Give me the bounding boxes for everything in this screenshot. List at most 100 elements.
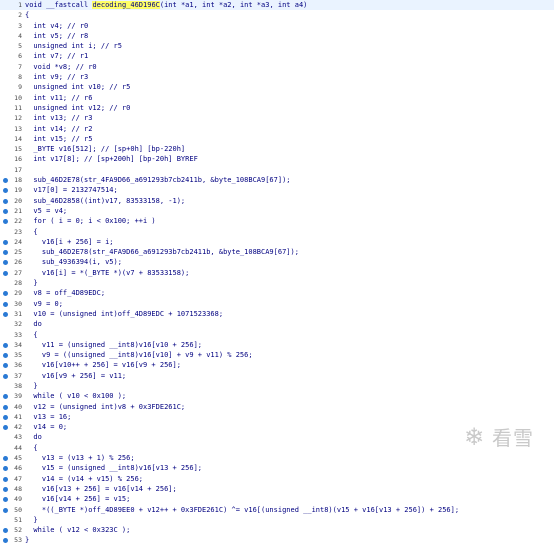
code-text: int v11; // r6 <box>25 93 93 102</box>
code-line[interactable]: 39 while ( v10 < 0x100 ); <box>0 391 554 401</box>
code-line[interactable]: 9 unsigned int v10; // r5 <box>0 82 554 92</box>
line-number: 24 <box>14 237 22 246</box>
line-number: 5 <box>18 42 22 51</box>
line-number: 49 <box>14 495 22 504</box>
code-line[interactable]: 7 void *v8; // r0 <box>0 62 554 72</box>
code-line[interactable]: 17 <box>0 165 554 175</box>
pseudocode-view[interactable]: 1 void __fastcall decoding_46D196C(int *a… <box>0 0 554 546</box>
code-line[interactable]: 23 { <box>0 227 554 237</box>
line-number: 32 <box>14 320 22 329</box>
line-number: 29 <box>14 289 22 298</box>
line-number: 13 <box>14 124 22 133</box>
code-line[interactable]: 36 v16[v10++ + 256] = v16[v9 + 256]; <box>0 360 554 370</box>
code-line[interactable]: 35 v9 = ((unsigned __int8)v16[v10] + v9 … <box>0 350 554 360</box>
code-text: v9 = ((unsigned __int8)v16[v10] + v9 + v… <box>25 351 253 360</box>
code-line[interactable]: 4 int v5; // r8 <box>0 31 554 41</box>
code-line[interactable]: 6 int v7; // r1 <box>0 51 554 61</box>
snowflake-icon: ❄ <box>464 423 485 451</box>
line-number: 41 <box>14 412 22 421</box>
code-line[interactable]: 31 v10 = (unsigned int)off_4D89EDC + 107… <box>0 309 554 319</box>
code-line[interactable]: 34 v11 = (unsigned __int8)v16[v10 + 256]… <box>0 340 554 350</box>
code-line[interactable]: 3 int v4; // r0 <box>0 21 554 31</box>
code-text: int v7; // r1 <box>25 52 89 61</box>
code-text: do <box>25 320 42 329</box>
code-line[interactable]: 15 _BYTE v16[512]; // [sp+0h] [bp-220h] <box>0 144 554 154</box>
code-text: int v5; // r8 <box>25 31 89 40</box>
code-text: int v14; // r2 <box>25 124 93 133</box>
line-number: 17 <box>14 165 22 174</box>
code-text: sub_4936394(i, v5); <box>25 258 122 267</box>
code-line[interactable]: 16 int v17[8]; // [sp+200h] [bp-20h] BYR… <box>0 154 554 164</box>
line-number: 23 <box>14 227 22 236</box>
code-line[interactable]: 32 do <box>0 319 554 329</box>
code-line[interactable]: 24 v16[i + 256] = i; <box>0 237 554 247</box>
code-line[interactable]: 12 int v13; // r3 <box>0 113 554 123</box>
code-line[interactable]: 53} <box>0 535 554 545</box>
code-text: *((_BYTE *)off_4D89EE0 + v12++ + 0x3FDE2… <box>25 505 460 514</box>
code-line[interactable]: 8 int v9; // r3 <box>0 72 554 82</box>
line-number: 34 <box>14 340 22 349</box>
code-line[interactable]: 14 int v15; // r5 <box>0 134 554 144</box>
code-line[interactable]: 48 v16[v13 + 256] = v16[v14 + 256]; <box>0 484 554 494</box>
line-number: 7 <box>18 62 22 71</box>
code-line[interactable]: 30 v9 = 0; <box>0 299 554 309</box>
line-number: 39 <box>14 392 22 401</box>
code-text: v11 = (unsigned __int8)v16[v10 + 256]; <box>25 340 203 349</box>
code-line[interactable]: 13 int v14; // r2 <box>0 124 554 134</box>
code-line[interactable]: 52 while ( v12 < 0x323C ); <box>0 525 554 535</box>
code-line[interactable]: 27 v16[i] = *(_BYTE *)(v7 + 83533158); <box>0 268 554 278</box>
code-text: } <box>25 381 38 390</box>
code-line[interactable]: 18 sub_46D2E78(str_4FA9D66_a691293b7cb24… <box>0 175 554 185</box>
code-line[interactable]: 29 v8 = off_4D89EDC; <box>0 288 554 298</box>
selected-function-name[interactable]: decoding_46D196C <box>92 1 160 9</box>
code-text: int v4; // r0 <box>25 21 89 30</box>
code-text: v14 = (v14 + v15) % 256; <box>25 474 144 483</box>
code-text: do <box>25 433 42 442</box>
code-text: int v13; // r3 <box>25 114 93 123</box>
line-number: 2 <box>18 11 22 20</box>
code-line[interactable]: 2{ <box>0 10 554 20</box>
line-number: 3 <box>18 21 22 30</box>
code-text-prefix: void __fastcall <box>25 1 93 9</box>
code-text: sub_46D2858((int)v17, 83533158, -1); <box>25 196 186 205</box>
code-line[interactable]: 11 unsigned int v12; // r0 <box>0 103 554 113</box>
code-line[interactable]: 33 { <box>0 330 554 340</box>
code-line[interactable]: 38 } <box>0 381 554 391</box>
line-number: 37 <box>14 371 22 380</box>
line-number: 8 <box>18 73 22 82</box>
line-number: 25 <box>14 248 22 257</box>
code-text: v16[v10++ + 256] = v16[v9 + 256]; <box>25 361 181 370</box>
code-line[interactable]: 5 unsigned int i; // r5 <box>0 41 554 51</box>
code-line[interactable]: 50 *((_BYTE *)off_4D89EE0 + v12++ + 0x3F… <box>0 505 554 515</box>
code-line[interactable]: 51 } <box>0 515 554 525</box>
code-line[interactable]: 28 } <box>0 278 554 288</box>
line-number: 27 <box>14 268 22 277</box>
line-number: 52 <box>14 526 22 535</box>
code-line[interactable]: 47 v14 = (v14 + v15) % 256; <box>0 474 554 484</box>
line-number: 36 <box>14 361 22 370</box>
code-line[interactable]: 37 v16[v9 + 256] = v11; <box>0 371 554 381</box>
line-number: 22 <box>14 217 22 226</box>
code-line[interactable]: 1 void __fastcall decoding_46D196C(int *a… <box>0 0 554 11</box>
code-line[interactable]: 10 int v11; // r6 <box>0 93 554 103</box>
code-line[interactable]: 46 v15 = (unsigned __int8)v16[v13 + 256]… <box>0 463 554 473</box>
code-text: { <box>25 443 38 452</box>
code-line[interactable]: 40 v12 = (unsigned int)v8 + 0x3FDE261C; <box>0 402 554 412</box>
line-number: 46 <box>14 464 22 473</box>
line-number: 21 <box>14 206 22 215</box>
code-line[interactable]: 25 sub_46D2E78(str_4FA9D66_a691293b7cb24… <box>0 247 554 257</box>
code-line[interactable]: 26 sub_4936394(i, v5); <box>0 257 554 267</box>
line-number: 40 <box>14 402 22 411</box>
code-line[interactable]: 21 v5 = v4; <box>0 206 554 216</box>
line-number: 31 <box>14 309 22 318</box>
code-text: v16[v13 + 256] = v16[v14 + 256]; <box>25 484 177 493</box>
watermark: ❄ 看雪 <box>462 419 542 459</box>
code-text: int v9; // r3 <box>25 73 89 82</box>
line-number: 12 <box>14 114 22 123</box>
code-text: while ( v12 < 0x323C ); <box>25 526 131 535</box>
code-line[interactable]: 49 v16[v14 + 256] = v15; <box>0 494 554 504</box>
code-line[interactable]: 20 sub_46D2858((int)v17, 83533158, -1); <box>0 196 554 206</box>
code-text: v10 = (unsigned int)off_4D89EDC + 107152… <box>25 309 224 318</box>
code-line[interactable]: 22 for ( i = 0; i < 0x100; ++i ) <box>0 216 554 226</box>
code-line[interactable]: 19 v17[0] = 2132747514; <box>0 185 554 195</box>
